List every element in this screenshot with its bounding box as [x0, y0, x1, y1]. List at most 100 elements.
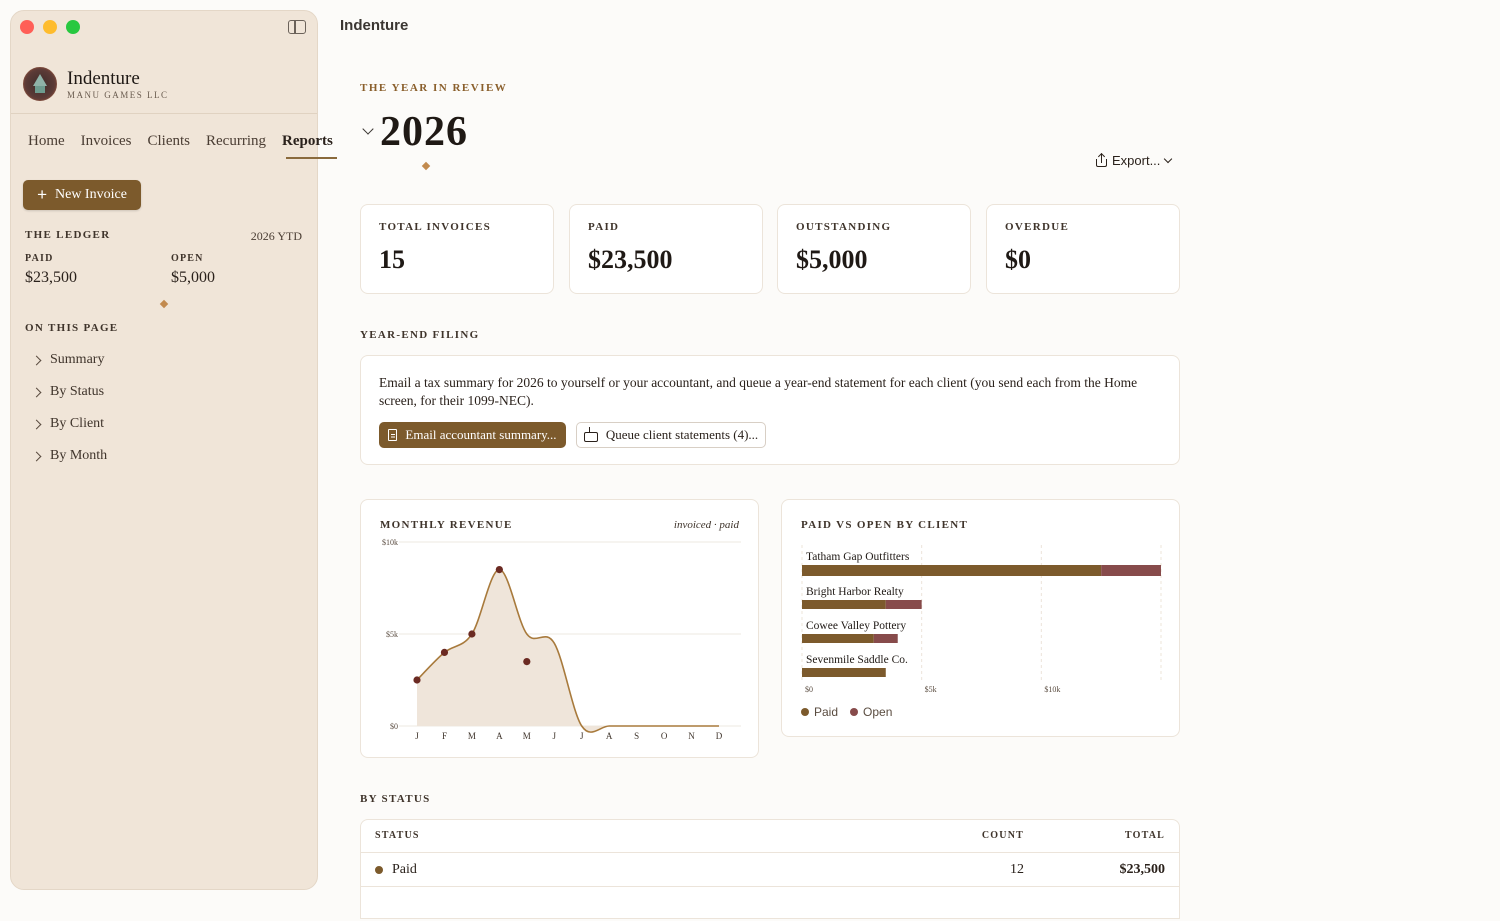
column-header-status: STATUS	[375, 830, 420, 841]
main-nav: Home Invoices Clients Recurring Reports	[28, 133, 349, 159]
chevron-down-icon	[1164, 154, 1173, 163]
y-tick-label: $0	[390, 722, 398, 731]
x-tick-label: O	[661, 731, 668, 741]
by-status-title: BY STATUS	[360, 793, 431, 805]
on-this-page-title: ON THIS PAGE	[25, 322, 119, 334]
stat-card-paid: PAID $23,500	[569, 204, 763, 294]
x-tick-label: D	[716, 731, 723, 741]
queue-statements-button[interactable]: Queue client statements (4)...	[576, 422, 766, 448]
stat-label: PAID	[588, 221, 620, 233]
chevron-right-icon	[31, 355, 42, 365]
total-cell: $23,500	[1119, 862, 1166, 877]
x-tick-label: A	[606, 731, 613, 741]
toc-label: By Month	[50, 448, 108, 463]
document-icon	[388, 429, 398, 441]
column-header-count: COUNT	[981, 830, 1024, 841]
x-tick-label: F	[442, 731, 447, 741]
stat-value: 15	[379, 245, 405, 274]
invoiced-area	[417, 569, 719, 733]
sidebar: Indenture MANU GAMES LLC Home Invoices C…	[10, 10, 337, 890]
nav-clients[interactable]: Clients	[148, 133, 199, 150]
stat-value: $5,000	[796, 245, 868, 274]
export-button[interactable]: Export...	[1096, 153, 1173, 168]
year-end-title: YEAR-END FILING	[360, 329, 480, 341]
legend-item-open: Open	[850, 705, 892, 719]
minimize-window-button[interactable]	[43, 20, 57, 34]
zoom-window-button[interactable]	[66, 20, 80, 34]
new-invoice-button[interactable]: + New Invoice	[23, 180, 141, 210]
year-end-card: Email a tax summary for 2026 to yourself…	[360, 355, 1180, 465]
table-row[interactable]: Paid 12 $23,500	[361, 852, 1179, 887]
x-tick-label: $5k	[925, 685, 937, 694]
x-tick-label: J	[415, 731, 419, 741]
share-icon	[1096, 154, 1107, 167]
count-cell: 12	[1010, 862, 1024, 877]
paid-point	[523, 658, 531, 666]
paid-bar	[802, 668, 886, 677]
tray-icon	[583, 426, 598, 442]
table-row[interactable]	[361, 886, 1179, 921]
monthly-revenue-chart: $10k $5k $0 J F M A M J J A S O N D	[382, 538, 741, 741]
x-tick-label: $10k	[1044, 685, 1060, 694]
status-cell: Paid	[375, 862, 417, 878]
legend-label: Paid	[814, 705, 839, 719]
ledger-title: THE LEDGER	[25, 229, 111, 241]
toc-summary[interactable]: Summary	[31, 344, 107, 376]
close-window-button[interactable]	[20, 20, 34, 34]
stat-card-outstanding: OUTSTANDING $5,000	[777, 204, 971, 294]
paid-point	[413, 676, 421, 684]
paid-vs-open-chart: $0 $5k $10k Tatham Gap Outfitters Bright Har…	[801, 545, 1162, 694]
ledger-open-label: OPEN	[171, 253, 204, 264]
sidebar-toggle-icon[interactable]	[288, 20, 306, 34]
stat-label: OVERDUE	[1005, 221, 1070, 233]
stat-value: $0	[1005, 245, 1031, 274]
toc-label: By Status	[50, 384, 105, 399]
x-tick-label: N	[688, 731, 695, 741]
paid-point	[468, 630, 476, 638]
by-status-table: STATUS COUNT TOTAL Paid 12 $23,500	[360, 819, 1180, 919]
title-ornament	[421, 161, 431, 171]
nav-invoices[interactable]: Invoices	[81, 133, 140, 150]
queue-statements-label: Queue client statements (4)...	[605, 427, 759, 442]
toc-list: Summary By Status By Client By Month	[31, 344, 108, 472]
new-invoice-label: New Invoice	[55, 187, 127, 202]
stat-value: $23,500	[588, 245, 673, 274]
client-label: Bright Harbor Realty	[806, 586, 904, 598]
year-end-description: Email a tax summary for 2026 to yourself…	[379, 375, 1138, 408]
toc-label: Summary	[50, 352, 105, 367]
client-label: Cowee Valley Pottery	[806, 620, 906, 632]
nav-reports[interactable]: Reports	[282, 133, 341, 159]
monthly-revenue-card: MONTHLY REVENUE invoiced · paid $10k $5k $…	[360, 499, 759, 758]
ledger-ornament	[159, 299, 169, 309]
paid-vs-open-card: PAID VS OPEN BY CLIENT $0 $5k $10k Tatham G…	[781, 499, 1180, 737]
status-dot-icon	[375, 866, 383, 874]
chevron-right-icon	[31, 419, 42, 429]
y-tick-label: $5k	[386, 630, 398, 639]
x-tick-label: J	[553, 731, 557, 741]
plus-icon: +	[37, 185, 47, 204]
sidebar-divider	[11, 113, 317, 114]
email-accountant-button[interactable]: Email accountant summary...	[379, 422, 566, 448]
y-tick-label: $10k	[382, 538, 398, 547]
client-label: Sevenmile Saddle Co.	[806, 654, 908, 666]
toc-by-client[interactable]: By Client	[31, 408, 107, 440]
chevron-right-icon	[31, 451, 42, 461]
x-tick-label: $0	[805, 685, 813, 694]
ledger-paid-label: PAID	[25, 253, 54, 264]
nav-home[interactable]: Home	[28, 133, 73, 150]
brand: Indenture MANU GAMES LLC	[23, 67, 169, 101]
chevron-down-icon[interactable]	[362, 123, 374, 135]
stat-card-overdue: OVERDUE $0	[986, 204, 1180, 294]
ledger-paid-value: $23,500	[25, 269, 77, 286]
nav-recurring[interactable]: Recurring	[206, 133, 274, 150]
toc-by-month[interactable]: By Month	[31, 440, 108, 472]
window-controls	[20, 20, 80, 34]
toc-by-status[interactable]: By Status	[31, 376, 107, 408]
year-selector[interactable]: 2026	[362, 108, 468, 156]
stat-label: OUTSTANDING	[796, 221, 892, 233]
paid-bar	[802, 565, 1102, 576]
x-tick-label: S	[634, 731, 639, 741]
x-tick-label: J	[580, 731, 584, 741]
ledger-open-value: $5,000	[171, 269, 215, 286]
chart-legend: Paid Open	[801, 705, 892, 719]
